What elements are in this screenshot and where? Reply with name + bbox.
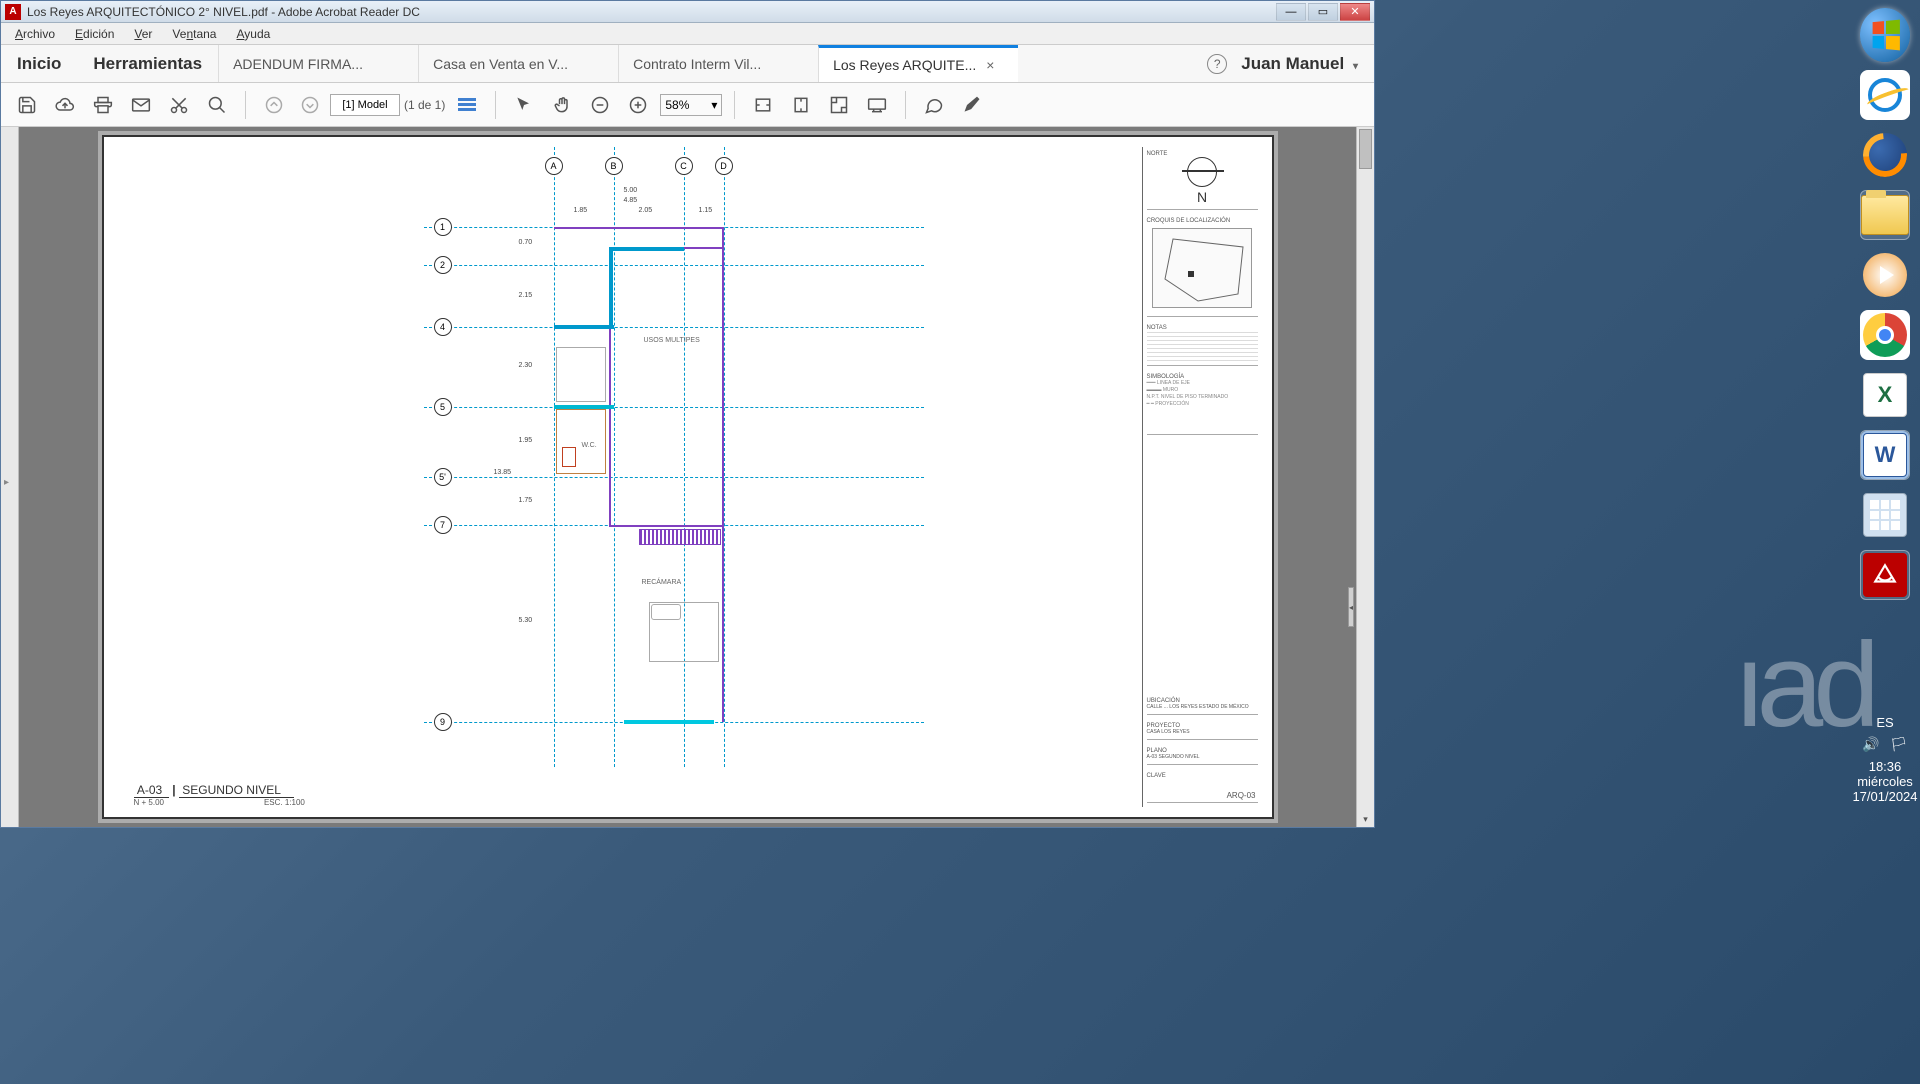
axis-5: 5 [434,398,452,416]
tab-close-button[interactable]: × [986,57,994,73]
cut-icon[interactable] [163,89,195,121]
pdf-page: A B C D 1 2 4 [102,135,1274,819]
axis-5p: 5' [434,468,452,486]
menu-ayuda[interactable]: Ayuda [226,25,280,43]
fit-page-icon[interactable] [823,89,855,121]
tabbar: Inicio Herramientas ADENDUM FIRMA... Cas… [1,45,1374,83]
cloud-upload-icon[interactable] [49,89,81,121]
zoom-in-icon[interactable] [622,89,654,121]
action-center-icon[interactable]: 🏳 [1890,736,1908,753]
separator [734,91,735,119]
explorer-folder-icon[interactable] [1860,190,1910,240]
word-icon[interactable]: W [1860,430,1910,480]
window-minimize-button[interactable]: — [1276,3,1306,21]
menu-edicion[interactable]: Edición [65,25,124,43]
clock-day: miércoles [1850,774,1920,789]
scroll-thumb[interactable] [1359,129,1372,169]
label-wc: W.C. [582,442,597,449]
floor-plan: A B C D 1 2 4 [424,147,924,767]
location-map [1152,228,1252,308]
watermark: ıad [1733,616,1870,754]
tab-adendum[interactable]: ADENDUM FIRMA... [218,45,418,82]
tab-contrato[interactable]: Contrato Interm Vil... [618,45,818,82]
window-close-button[interactable]: ✕ [1340,3,1370,21]
separator [495,91,496,119]
axis-4: 4 [434,318,452,336]
ie-icon[interactable] [1860,70,1910,120]
document-area: A B C D 1 2 4 [1,127,1374,827]
chevron-down-icon: ▾ [711,98,717,112]
menu-ver[interactable]: Ver [124,25,162,43]
axis-2: 2 [434,256,452,274]
axis-d: D [715,157,733,175]
axis-c: C [675,157,693,175]
axis-b: B [605,157,623,175]
fit-height-icon[interactable] [785,89,817,121]
right-panel-toggle[interactable]: ◂ [1348,587,1354,627]
acrobat-icon: A [5,4,21,20]
vertical-scrollbar[interactable]: ▴ ▾ [1356,127,1374,827]
axis-9: 9 [434,713,452,731]
help-icon[interactable]: ? [1207,54,1227,74]
taskbar-dock: X W [1850,0,1920,600]
page-up-icon[interactable] [258,89,290,121]
page-count: (1 de 1) [404,98,445,112]
title-block: NORTE N CROQUIS DE LOCALIZACIÓN [1142,147,1262,807]
acrobat-taskbar-icon[interactable] [1860,550,1910,600]
acrobat-window: A Los Reyes ARQUITECTÓNICO 2° NIVEL.pdf … [0,0,1375,828]
email-icon[interactable] [125,89,157,121]
thumbnails-view-icon[interactable] [451,89,483,121]
menu-ventana[interactable]: Ventana [162,25,226,43]
label-usos: USOS MULTIPES [644,337,700,344]
firefox-icon[interactable] [1860,130,1910,180]
menu-archivo[interactable]: Archivo [5,25,65,43]
comment-icon[interactable] [918,89,950,121]
menubar: Archivo Edición Ver Ventana Ayuda [1,23,1374,45]
separator [245,91,246,119]
fit-width-icon[interactable] [747,89,779,121]
document-canvas[interactable]: A B C D 1 2 4 [19,127,1356,827]
excel-icon[interactable]: X [1860,370,1910,420]
zoom-out-icon[interactable] [584,89,616,121]
search-icon[interactable] [201,89,233,121]
sign-icon[interactable] [956,89,988,121]
page-down-icon[interactable] [294,89,326,121]
tab-losreyes[interactable]: Los Reyes ARQUITE... × [818,45,1018,82]
window-title: Los Reyes ARQUITECTÓNICO 2° NIVEL.pdf - … [27,5,1276,19]
chevron-down-icon: ▾ [1353,61,1358,72]
media-player-icon[interactable] [1860,250,1910,300]
toolbar: (1 de 1) 58% ▾ [1,83,1374,127]
tab-casa[interactable]: Casa en Venta en V... [418,45,618,82]
user-menu[interactable]: Juan Manuel ▾ [1241,54,1358,74]
axis-1: 1 [434,218,452,236]
save-icon[interactable] [11,89,43,121]
page-input[interactable] [330,94,400,116]
selection-icon[interactable] [508,89,540,121]
zoom-select[interactable]: 58% ▾ [660,94,722,116]
separator [905,91,906,119]
scroll-down-icon[interactable]: ▾ [1357,811,1374,827]
nav-herramientas[interactable]: Herramientas [77,45,218,82]
chrome-icon[interactable] [1860,310,1910,360]
north-arrow-icon [1187,157,1217,187]
calculator-icon[interactable] [1860,490,1910,540]
axis-7: 7 [434,516,452,534]
nav-inicio[interactable]: Inicio [1,45,77,82]
drawing-title: A-03 | SEGUNDO NIVEL N + 5.00 ESC. 1:100 [134,783,305,807]
titlebar: A Los Reyes ARQUITECTÓNICO 2° NIVEL.pdf … [1,1,1374,23]
read-mode-icon[interactable] [861,89,893,121]
window-maximize-button[interactable]: ▭ [1308,3,1338,21]
clock-time[interactable]: 18:36 [1850,759,1920,774]
label-recamara: RECÁMARA [642,579,682,586]
print-icon[interactable] [87,89,119,121]
start-button[interactable] [1860,10,1910,60]
clock-date: 17/01/2024 [1850,789,1920,804]
axis-a: A [545,157,563,175]
left-panel-toggle[interactable] [1,127,19,827]
hand-icon[interactable] [546,89,578,121]
